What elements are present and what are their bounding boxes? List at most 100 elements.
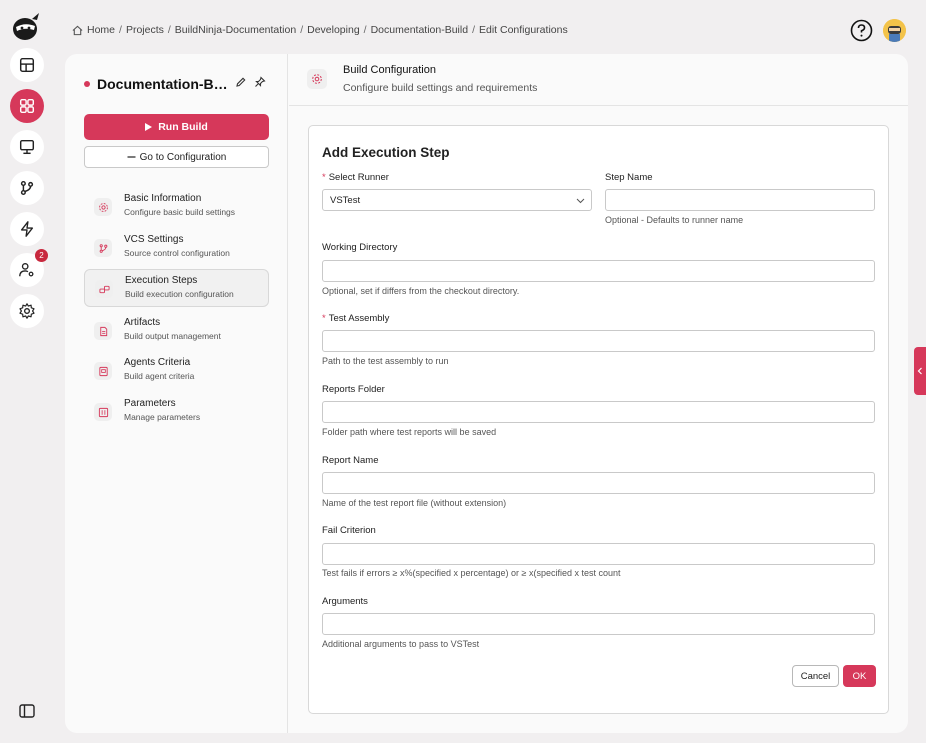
chevron-down-icon: [576, 198, 585, 204]
agent-icon: [98, 366, 108, 376]
report-name-label: Report Name: [322, 455, 379, 466]
cancel-button[interactable]: Cancel: [792, 665, 839, 687]
status-dot: [84, 81, 90, 87]
runner-select-value: VSTest: [330, 194, 361, 206]
play-icon: [145, 123, 153, 131]
step-name-hint: Optional - Defaults to runner name: [605, 215, 744, 225]
report-name-input[interactable]: [322, 472, 875, 494]
nav-parameters[interactable]: Parameters Manage parameters: [84, 393, 269, 431]
test-assembly-label-text: Test Assembly: [328, 313, 390, 324]
main-card: Documentation-Build Run Build Go to Conf…: [65, 54, 908, 733]
nav-basic-information[interactable]: Basic Information Configure basic build …: [84, 188, 269, 226]
collapse-panel-button[interactable]: [914, 347, 926, 395]
go-to-configuration-button[interactable]: Go to Configuration: [84, 146, 269, 168]
ok-button[interactable]: OK: [843, 665, 876, 687]
reports-folder-input[interactable]: [322, 401, 875, 423]
nav-title: Parameters: [124, 398, 176, 409]
projects-nav-button[interactable]: [10, 89, 44, 123]
working-directory-input[interactable]: [322, 260, 875, 282]
gear-icon: [312, 74, 322, 84]
runner-select[interactable]: VSTest: [322, 189, 592, 211]
gear-icon: [98, 202, 108, 212]
triggers-nav-button[interactable]: [10, 212, 44, 246]
pencil-icon[interactable]: [235, 76, 247, 88]
dashboard-nav-button[interactable]: [10, 48, 44, 82]
breadcrumb-separator: /: [363, 24, 367, 36]
form-title: Add Execution Step: [322, 145, 450, 160]
fail-criterion-input[interactable]: [322, 543, 875, 565]
run-build-button[interactable]: Run Build: [84, 114, 269, 140]
nav-agents-criteria[interactable]: Agents Criteria Build agent criteria: [84, 352, 269, 390]
nav-title: Agents Criteria: [124, 357, 191, 368]
runner-label-text: Select Runner: [328, 172, 389, 183]
nav-subtitle: Manage parameters: [124, 412, 201, 422]
nav-title: Execution Steps: [125, 275, 198, 286]
fail-criterion-hint: Test fails if errors ≥ x%(specified x pe…: [322, 568, 621, 578]
section-header: Build Configuration Configure build sett…: [289, 54, 908, 106]
nav-vcs-settings[interactable]: VCS Settings Source control configuratio…: [84, 229, 269, 267]
run-build-label: Run Build: [158, 121, 208, 133]
sidebar-toggle-icon[interactable]: [18, 702, 36, 720]
breadcrumb-separator: /: [300, 24, 304, 36]
chevron-left-icon: [917, 367, 922, 375]
vcs-nav-button[interactable]: [10, 171, 44, 205]
breadcrumb-separator: /: [472, 24, 475, 36]
git-branch-icon: [20, 180, 34, 196]
home-icon[interactable]: [72, 25, 83, 36]
left-rail: 2: [0, 0, 54, 743]
nav-subtitle: Build agent criteria: [124, 371, 195, 381]
lightning-icon: [20, 221, 34, 237]
user-avatar[interactable]: [883, 19, 906, 42]
working-directory-label: Working Directory: [322, 242, 398, 253]
nav-subtitle: Source control configuration: [124, 248, 230, 258]
users-nav-button[interactable]: 2: [10, 249, 48, 287]
reports-folder-hint: Folder path where test reports will be s…: [322, 427, 497, 437]
step-name-input[interactable]: [605, 189, 875, 211]
fail-criterion-label: Fail Criterion: [322, 525, 376, 536]
section-title: Build Configuration: [343, 64, 436, 76]
working-directory-hint: Optional, set if differs from the checko…: [322, 286, 520, 296]
test-assembly-label: * Test Assembly: [322, 313, 389, 324]
breadcrumb-build[interactable]: Documentation-Build: [371, 24, 468, 36]
report-name-hint: Name of the test report file (without ex…: [322, 498, 507, 508]
pin-icon[interactable]: [254, 76, 266, 88]
help-icon[interactable]: [850, 19, 873, 42]
arguments-label: Arguments: [322, 596, 368, 607]
section-subtitle: Configure build settings and requirement…: [343, 82, 538, 94]
build-sidebar: Documentation-Build Run Build Go to Conf…: [65, 54, 288, 733]
nav-subtitle: Build execution configuration: [125, 289, 234, 299]
nav-artifacts[interactable]: Artifacts Build output management: [84, 312, 269, 350]
settings-nav-button[interactable]: [10, 294, 44, 328]
reports-folder-label: Reports Folder: [322, 384, 385, 395]
required-asterisk: *: [322, 313, 326, 324]
breadcrumb-developing[interactable]: Developing: [307, 24, 360, 36]
table-grid-icon: [19, 57, 35, 73]
required-asterisk: *: [322, 172, 326, 183]
nav-execution-steps[interactable]: Execution Steps Build execution configur…: [84, 269, 269, 307]
breadcrumb-separator: /: [119, 24, 122, 36]
nav-subtitle: Build output management: [124, 331, 221, 341]
monitor-icon: [19, 139, 35, 155]
apps-grid-icon: [19, 98, 35, 114]
ninja-logo-icon[interactable]: [10, 10, 42, 42]
runner-label: * Select Runner: [322, 172, 389, 183]
test-assembly-input[interactable]: [322, 330, 875, 352]
nav-subtitle: Configure basic build settings: [124, 207, 236, 217]
breadcrumb-home[interactable]: Home: [87, 24, 115, 36]
nav-title: Basic Information: [124, 193, 202, 204]
nav-title: VCS Settings: [124, 234, 184, 245]
breadcrumb: Home / Projects / BuildNinja-Documentati…: [72, 24, 568, 36]
breadcrumb-project[interactable]: BuildNinja-Documentation: [175, 24, 296, 36]
agents-nav-button[interactable]: [10, 130, 44, 164]
test-assembly-hint: Path to the test assembly to run: [322, 356, 449, 366]
arrow-left-icon: [127, 156, 136, 158]
add-execution-step-form: Add Execution Step * Select Runner VSTest…: [308, 125, 889, 714]
steps-icon: [98, 285, 110, 293]
breadcrumb-projects[interactable]: Projects: [126, 24, 164, 36]
git-branch-icon: [99, 243, 107, 253]
breadcrumb-separator: /: [167, 24, 171, 36]
arguments-input[interactable]: [322, 613, 875, 635]
nav-title: Artifacts: [124, 317, 161, 328]
go-to-configuration-label: Go to Configuration: [139, 151, 227, 163]
gear-icon: [19, 303, 35, 319]
